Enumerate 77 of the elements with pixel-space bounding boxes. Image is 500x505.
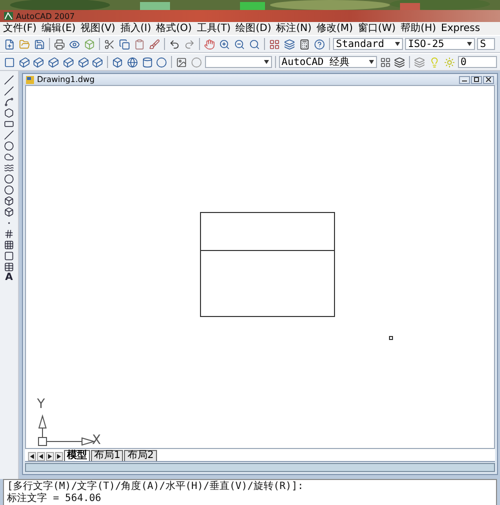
window-title: AutoCAD 2007 [16, 12, 75, 20]
horizontal-scrollbar[interactable] [25, 463, 495, 472]
rectangle-icon[interactable] [2, 118, 16, 129]
layers-icon[interactable] [283, 38, 296, 50]
cylinder-icon[interactable] [140, 56, 154, 68]
caret-icon [264, 60, 269, 64]
menu-item[interactable]: 格式(O) [156, 22, 192, 34]
block-icon[interactable] [2, 206, 16, 217]
workspace-settings-icon[interactable] [378, 56, 392, 68]
previous-tab-button[interactable] [37, 452, 45, 461]
menu-item[interactable]: 视图(V) [80, 22, 116, 34]
command-line: [多行文字(M)/文字(T)/角度(A)/水平(H)/垂直(V)/旋转(R)]: [7, 481, 305, 492]
new-file-icon[interactable] [3, 38, 16, 50]
menu-item[interactable]: 工具(T) [196, 22, 231, 34]
minimize-button[interactable] [459, 76, 470, 84]
next-tab-button[interactable] [46, 452, 54, 461]
layout-tab[interactable]: 模型 [64, 450, 90, 461]
spline-icon[interactable] [2, 162, 16, 173]
restore-button[interactable] [471, 76, 482, 84]
y-axis-label: Y [37, 398, 45, 412]
polygon-icon[interactable] [2, 107, 16, 118]
menu-item[interactable]: 修改(M) [316, 22, 353, 34]
hand-icon[interactable] [203, 38, 216, 50]
restore-icon [474, 77, 479, 82]
paste-icon[interactable] [133, 38, 146, 50]
copy-icon[interactable] [118, 38, 131, 50]
close-button[interactable] [483, 76, 494, 84]
layer-dropdown[interactable]: 0 [458, 56, 497, 68]
menu-item[interactable]: 窗口(W) [358, 22, 396, 34]
printer-icon[interactable] [53, 38, 66, 50]
brush-icon[interactable] [148, 38, 161, 50]
close-icon [486, 77, 491, 82]
document-title: Drawing1.dwg [37, 75, 95, 84]
menu-item[interactable]: 文件(F) [3, 22, 37, 34]
previous-tab-button[interactable] [28, 452, 36, 461]
circle-icon[interactable] [2, 140, 16, 151]
text-style-dropdown[interactable]: Standard [333, 38, 403, 50]
sphere-icon[interactable] [126, 56, 139, 68]
caret-icon [368, 60, 374, 64]
app-icon [4, 12, 13, 20]
help-icon[interactable] [313, 38, 326, 50]
menu-item[interactable]: 帮助(H) [400, 22, 436, 34]
layout-tab[interactable]: 布局2 [124, 450, 157, 461]
line-icon[interactable] [2, 85, 16, 96]
line-icon[interactable] [2, 74, 16, 85]
cut-icon[interactable] [103, 38, 116, 50]
x-axis-label: X [92, 434, 101, 448]
document-icon [26, 76, 34, 84]
layout-tab[interactable]: 布局1 [91, 450, 124, 461]
properties-icon[interactable] [268, 38, 281, 50]
menu-item[interactable]: 标注(N) [276, 22, 312, 34]
layer-manager-icon[interactable] [394, 56, 406, 68]
table-style-dropdown[interactable]: S [477, 38, 495, 50]
zoom-icon[interactable] [248, 38, 261, 50]
polyline-icon[interactable] [2, 96, 16, 107]
zoom-out-icon[interactable] [233, 38, 246, 50]
workspace-dropdown[interactable]: AutoCAD 经典 [278, 56, 377, 68]
menu-item[interactable]: Express [441, 22, 480, 34]
zoom-in-icon[interactable] [218, 38, 231, 50]
menu-item[interactable]: 绘图(D) [236, 22, 272, 34]
next-tab-button[interactable] [55, 452, 63, 461]
image-icon[interactable] [175, 56, 188, 68]
menu-item[interactable]: 编辑(E) [42, 22, 76, 34]
layer-icon[interactable] [413, 56, 426, 68]
block-icon[interactable] [2, 195, 16, 206]
caret-icon [395, 42, 400, 46]
command-line: 标注文字 = 564.06 [7, 493, 102, 505]
menu-item[interactable]: 插入(I) [120, 22, 152, 34]
undo-icon[interactable] [168, 38, 181, 50]
cloud-icon[interactable] [2, 151, 16, 162]
dimension-style-dropdown[interactable]: ISO-25 [405, 38, 475, 50]
save-icon[interactable] [33, 38, 46, 50]
calculator-icon[interactable] [298, 38, 311, 50]
text-tool-button[interactable]: A [2, 272, 16, 283]
table-icon[interactable] [2, 261, 16, 272]
caret-icon [467, 42, 472, 46]
grip-marker [389, 336, 393, 340]
